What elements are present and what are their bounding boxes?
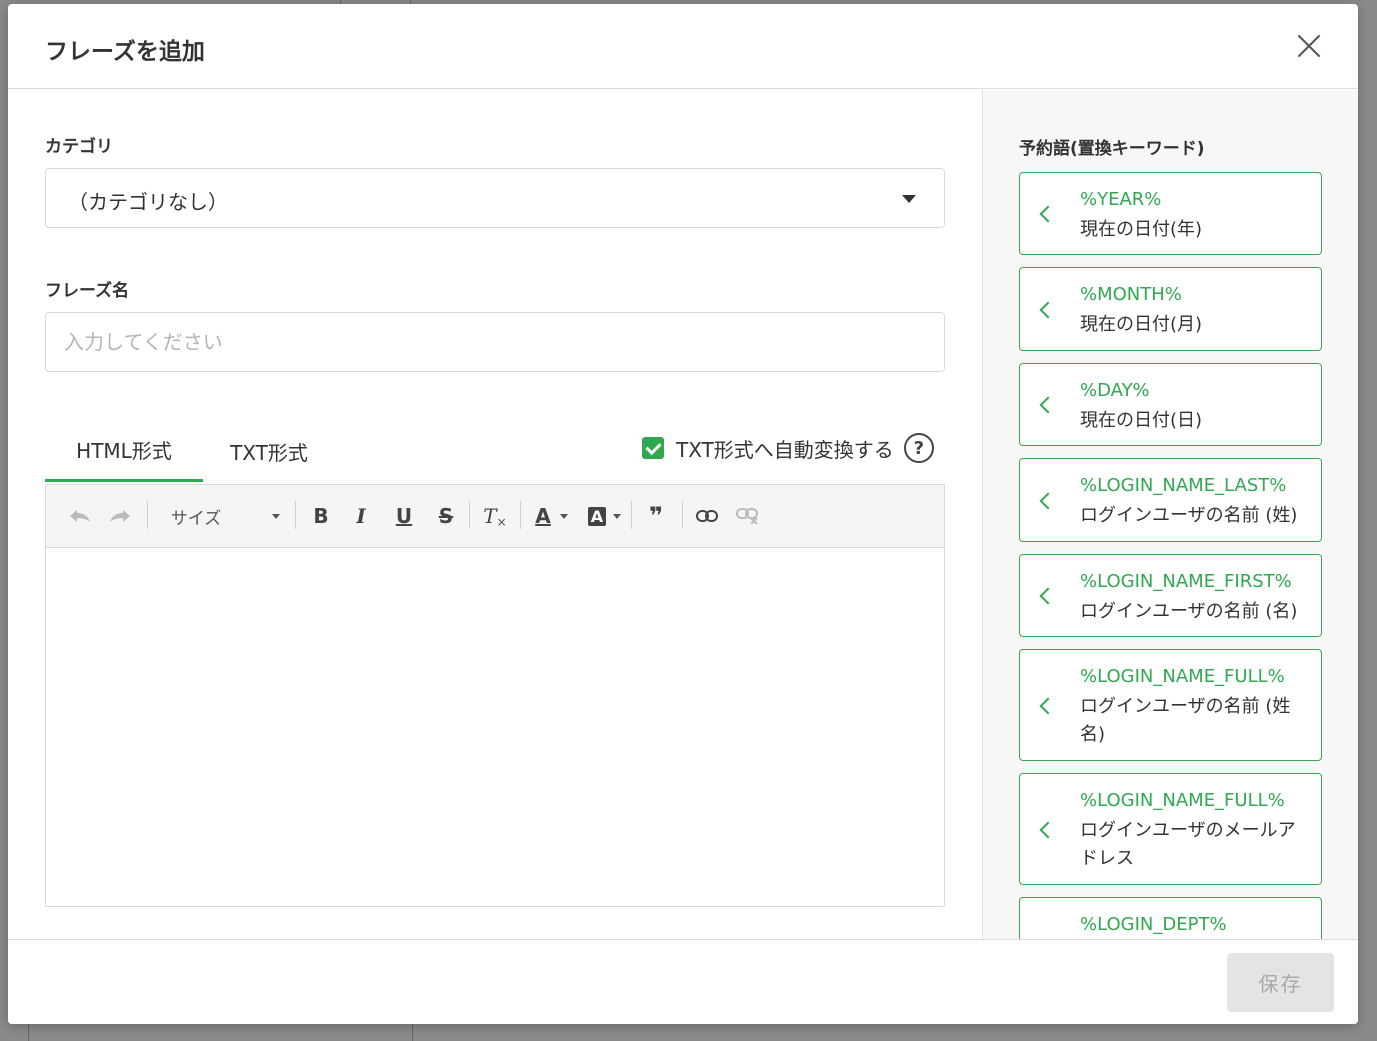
bg-color-button[interactable]: A	[584, 501, 610, 531]
chevron-left-icon	[1039, 587, 1057, 605]
keyword-code: %LOGIN_NAME_FULL%	[1080, 666, 1285, 687]
chevron-left-icon	[1039, 205, 1057, 223]
blockquote-button[interactable]: ❞	[642, 501, 670, 531]
keyword-code: %YEAR%	[1080, 189, 1162, 210]
toolbar-divider	[682, 501, 683, 529]
keyword-code: %MONTH%	[1080, 284, 1182, 305]
phrase-name-label: フレーズ名	[45, 281, 130, 301]
strikethrough-button[interactable]: S	[433, 501, 459, 531]
keyword-code: %LOGIN_NAME_FIRST%	[1080, 571, 1292, 592]
keyword-desc: 現在の日付(日)	[1080, 410, 1203, 431]
keyword-code: %LOGIN_DEPT%	[1080, 914, 1227, 935]
toolbar-divider	[147, 501, 148, 529]
font-color-button[interactable]: A	[530, 501, 556, 531]
keyword-desc: ログインユーザのメールアドレス	[1080, 820, 1296, 869]
clear-format-button[interactable]: T ×	[480, 501, 510, 531]
modal-title: フレーズを追加	[45, 39, 205, 65]
underline-button[interactable]: U	[391, 501, 417, 531]
save-button[interactable]: 保存	[1227, 953, 1334, 1012]
auto-convert-label: TXT形式へ自動変換する	[676, 437, 894, 462]
chevron-left-icon	[1039, 697, 1057, 715]
keyword-card[interactable]: %LOGIN_NAME_FULL% ログインユーザの名前 (姓名)	[1019, 649, 1322, 761]
modal-footer: 保存	[8, 939, 1358, 1024]
toolbar-divider	[631, 501, 632, 529]
caret-down-icon	[902, 195, 916, 203]
auto-convert-toggle[interactable]: TXT形式へ自動変換する ?	[642, 432, 934, 464]
editor-content-area[interactable]	[46, 549, 944, 906]
chevron-left-icon	[1039, 821, 1057, 839]
keyword-card[interactable]: %LOGIN_NAME_LAST% ログインユーザの名前 (姓)	[1019, 458, 1322, 542]
keywords-title: 予約語(置換キーワード)	[1019, 139, 1205, 159]
rich-text-editor: サイズ B I U S T × A A ❞	[45, 484, 945, 907]
chevron-left-icon	[1039, 301, 1057, 319]
caret-down-icon	[613, 514, 621, 519]
format-tabs: HTML形式 TXT形式 TXT形式へ自動変換する ?	[45, 420, 945, 482]
keyword-code: %LOGIN_NAME_LAST%	[1080, 475, 1287, 496]
unlink-icon[interactable]	[734, 501, 762, 531]
clear-format-glyph: T	[483, 504, 497, 528]
category-select[interactable]: （カテゴリなし）	[45, 168, 945, 228]
keyword-card[interactable]: %LOGIN_DEPT%	[1019, 897, 1322, 939]
undo-icon[interactable]	[66, 501, 94, 531]
help-icon[interactable]: ?	[903, 433, 934, 463]
reserved-keywords-panel: 予約語(置換キーワード) %YEAR% 現在の日付(年) %MONTH% 現在の…	[982, 90, 1358, 939]
caret-down-icon	[560, 514, 568, 519]
clear-x-icon: ×	[496, 515, 507, 529]
keyword-card[interactable]: %MONTH% 現在の日付(月)	[1019, 267, 1322, 351]
chevron-left-icon	[1039, 396, 1057, 414]
keyword-desc: ログインユーザの名前 (姓名)	[1080, 696, 1291, 745]
chevron-left-icon	[1039, 492, 1057, 510]
font-size-select[interactable]: サイズ	[166, 501, 226, 531]
toolbar-divider	[520, 501, 521, 529]
auto-convert-checkbox[interactable]	[642, 437, 664, 459]
tab-html[interactable]: HTML形式	[45, 420, 203, 482]
toolbar-divider	[295, 501, 296, 529]
keyword-code: %DAY%	[1080, 380, 1150, 401]
keyword-code: %LOGIN_NAME_FULL%	[1080, 790, 1285, 811]
link-icon[interactable]	[693, 501, 721, 531]
category-label: カテゴリ	[45, 137, 113, 157]
keyword-card[interactable]: %DAY% 現在の日付(日)	[1019, 363, 1322, 446]
keyword-desc: 現在の日付(月)	[1080, 314, 1203, 335]
phrase-name-input[interactable]	[45, 312, 945, 372]
modal-body: カテゴリ （カテゴリなし） フレーズ名 HTML形式 TXT形式 TXT形式へ自…	[8, 90, 1358, 939]
keyword-desc: ログインユーザの名前 (名)	[1080, 601, 1298, 622]
italic-button[interactable]: I	[348, 501, 374, 531]
keyword-desc: ログインユーザの名前 (姓)	[1080, 505, 1298, 526]
bold-button[interactable]: B	[308, 501, 334, 531]
phrase-form: カテゴリ （カテゴリなし） フレーズ名 HTML形式 TXT形式 TXT形式へ自…	[8, 90, 982, 939]
keyword-desc: 現在の日付(年)	[1080, 219, 1203, 240]
editor-toolbar: サイズ B I U S T × A A ❞	[46, 485, 944, 548]
category-select-value: （カテゴリなし）	[68, 190, 228, 214]
caret-down-icon	[272, 514, 280, 519]
keyword-card[interactable]: %YEAR% 現在の日付(年)	[1019, 172, 1322, 255]
toolbar-divider	[469, 501, 470, 529]
keyword-card[interactable]: %LOGIN_NAME_FULL% ログインユーザのメールアドレス	[1019, 773, 1322, 885]
keyword-card[interactable]: %LOGIN_NAME_FIRST% ログインユーザの名前 (名)	[1019, 554, 1322, 637]
bg-color-glyph: A	[587, 506, 607, 526]
tab-txt[interactable]: TXT形式	[203, 420, 335, 482]
redo-icon[interactable]	[106, 501, 134, 531]
add-phrase-modal: フレーズを追加 カテゴリ （カテゴリなし） フレーズ名 HTML形式 TXT形式…	[8, 4, 1358, 1024]
close-icon[interactable]	[1292, 29, 1326, 63]
modal-header: フレーズを追加	[8, 4, 1358, 89]
